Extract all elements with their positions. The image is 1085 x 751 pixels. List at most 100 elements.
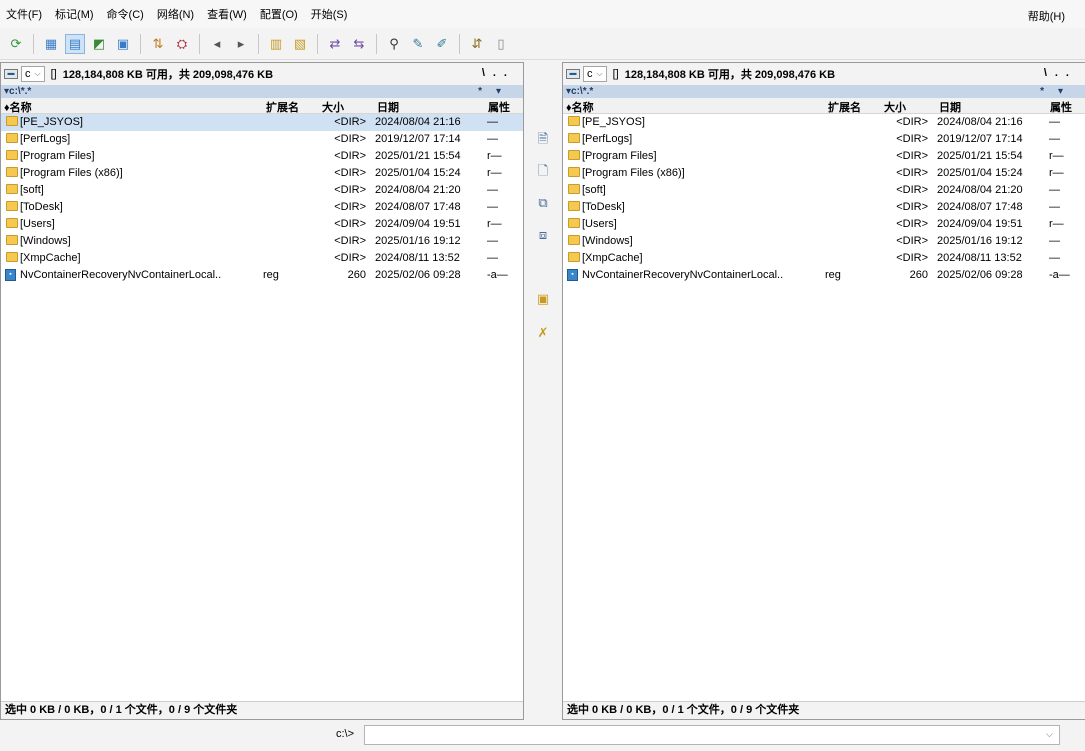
- root-button[interactable]: \: [1044, 67, 1055, 79]
- ftp-icon[interactable]: ⇵: [467, 34, 487, 54]
- right-file-list: [PE_JSYOS] <DIR> 2024/08/04 21:16— [PerfLog…: [563, 114, 1085, 284]
- root-button[interactable]: \: [482, 67, 493, 79]
- folder-icon: [568, 133, 580, 143]
- thumbnail-icon[interactable]: ▣: [113, 34, 133, 54]
- file-row[interactable]: [ToDesk] <DIR> 2024/08/07 17:48 —: [563, 199, 1085, 216]
- file-row[interactable]: [PE_JSYOS] <DIR> 2024/08/04 21:16 —: [563, 114, 1085, 131]
- folder-icon: [6, 167, 18, 177]
- file-row[interactable]: [Program Files (x86)] <DIR> 2025/01/04 15:…: [563, 165, 1085, 182]
- menu-item-2[interactable]: 命令(C): [107, 6, 144, 22]
- sort-icon[interactable]: ⇅: [148, 34, 168, 54]
- command-line-input[interactable]: [364, 725, 1060, 745]
- col-date[interactable]: 日期: [939, 99, 961, 115]
- file-row[interactable]: [Users] <DIR> 2024/09/04 19:51 r—: [563, 216, 1085, 233]
- notepad-icon[interactable]: ▯: [491, 34, 511, 54]
- move-icon[interactable]: ⧈: [534, 226, 552, 244]
- menu-item-1[interactable]: 标记(M): [55, 6, 94, 22]
- copy-icon[interactable]: ⧉: [534, 194, 552, 212]
- file-name: [Windows]: [20, 235, 71, 247]
- menu-item-0[interactable]: 文件(F): [6, 6, 42, 22]
- file-attr: —: [487, 184, 498, 196]
- col-size[interactable]: 大小: [322, 99, 344, 115]
- file-size: <DIR>: [896, 150, 928, 162]
- toolbar-separator: [33, 33, 34, 54]
- tree-icon[interactable]: ◩: [89, 34, 109, 54]
- file-date: 2019/12/07 17:14: [937, 133, 1023, 145]
- path-label: ▾c:\*.*: [566, 86, 594, 97]
- forward-icon[interactable]: ▸: [231, 34, 251, 54]
- file-name: NvContainerRecoveryNvContainerLocal..: [20, 269, 222, 281]
- path-dropdown-button[interactable]: ▾: [1058, 86, 1077, 97]
- filter-icon[interactable]: ⛭: [172, 34, 192, 54]
- right-drive-select[interactable]: c ⌵: [583, 66, 607, 82]
- file-size: <DIR>: [334, 133, 366, 145]
- menu-item-5[interactable]: 配置(O): [260, 6, 298, 22]
- pack-icon[interactable]: ▥: [266, 34, 286, 54]
- back-icon[interactable]: ◂: [207, 34, 227, 54]
- menu-item-4[interactable]: 查看(W): [207, 6, 247, 22]
- compare-icon[interactable]: ⇄: [325, 34, 345, 54]
- col-name[interactable]: ♦名称: [566, 99, 594, 115]
- menu-item-3[interactable]: 网络(N): [157, 6, 194, 22]
- file-attr: -a—: [1049, 269, 1070, 281]
- file-row[interactable]: [ToDesk] <DIR> 2024/08/07 17:48 —: [1, 199, 523, 216]
- file-row[interactable]: [Program Files] <DIR> 2025/01/21 15:54 r—: [563, 148, 1085, 165]
- up-button[interactable]: ..: [493, 67, 515, 79]
- folder-icon: [6, 150, 18, 160]
- file-row[interactable]: ▪ NvContainerRecoveryNvContainerLocal.. re…: [563, 267, 1085, 284]
- right-path-bar[interactable]: ▾c:\*.* *▾: [563, 85, 1085, 98]
- multi-rename-icon[interactable]: ✐: [432, 34, 452, 54]
- folder-icon: [568, 150, 580, 160]
- up-button[interactable]: ..: [1055, 67, 1077, 79]
- history-button[interactable]: *: [478, 86, 496, 97]
- menu-item-6[interactable]: 开始(S): [311, 6, 348, 22]
- file-row[interactable]: ▪ NvContainerRecoveryNvContainerLocal.. re…: [1, 267, 523, 284]
- new-folder-icon[interactable]: ▣: [534, 290, 552, 308]
- sync-icon[interactable]: ⇆: [349, 34, 369, 54]
- file-attr: —: [1049, 133, 1060, 145]
- reg-file-icon: ▪: [5, 269, 16, 281]
- file-row[interactable]: [soft] <DIR> 2024/08/04 21:20 —: [563, 182, 1085, 199]
- file-row[interactable]: [PerfLogs] <DIR> 2019/12/07 17:14 —: [1, 131, 523, 148]
- edit-file-icon[interactable]: 🗋: [534, 162, 552, 180]
- toolbar-separator: [140, 33, 141, 54]
- refresh-icon[interactable]: ⟳: [6, 34, 26, 54]
- col-name[interactable]: ♦名称: [4, 99, 32, 115]
- view-file-icon[interactable]: 🗎: [534, 130, 552, 148]
- left-status-bar: 选中 0 KB / 0 KB，0 / 1 个文件，0 / 9 个文件夹: [1, 701, 523, 719]
- left-drive-select[interactable]: c ⌵: [21, 66, 45, 82]
- file-attr: —: [1049, 116, 1060, 128]
- file-row[interactable]: [XmpCache] <DIR> 2024/08/11 13:52 —: [563, 250, 1085, 267]
- file-row[interactable]: [Users] <DIR> 2024/09/04 19:51 r—: [1, 216, 523, 233]
- drive-icon: ▬: [566, 69, 580, 79]
- chevron-down-icon[interactable]: ⌵: [1046, 729, 1053, 740]
- file-row[interactable]: [XmpCache] <DIR> 2024/08/11 13:52 —: [1, 250, 523, 267]
- col-ext[interactable]: 扩展名: [266, 99, 299, 115]
- path-dropdown-button[interactable]: ▾: [496, 86, 515, 97]
- history-button[interactable]: *: [1040, 86, 1058, 97]
- menu-help[interactable]: 帮助(H): [1028, 8, 1065, 24]
- col-attr[interactable]: 属性: [488, 99, 510, 115]
- file-name: [Program Files]: [582, 150, 657, 162]
- file-row[interactable]: [Program Files (x86)] <DIR> 2025/01/04 15:…: [1, 165, 523, 182]
- file-row[interactable]: [soft] <DIR> 2024/08/04 21:20 —: [1, 182, 523, 199]
- delete-icon[interactable]: ✗: [534, 324, 552, 342]
- toolbar-separator: [459, 33, 460, 54]
- file-row[interactable]: [PerfLogs] <DIR> 2019/12/07 17:14 —: [563, 131, 1085, 148]
- col-date[interactable]: 日期: [377, 99, 399, 115]
- file-row[interactable]: [PE_JSYOS] <DIR> 2024/08/04 21:16 —: [1, 114, 523, 131]
- search-icon[interactable]: ⚲: [384, 34, 404, 54]
- col-size[interactable]: 大小: [884, 99, 906, 115]
- file-row[interactable]: [Program Files] <DIR> 2025/01/21 15:54 r—: [1, 148, 523, 165]
- file-name: [Windows]: [582, 235, 633, 247]
- col-ext[interactable]: 扩展名: [828, 99, 861, 115]
- unpack-icon[interactable]: ▧: [290, 34, 310, 54]
- brief-view-icon[interactable]: ▦: [41, 34, 61, 54]
- col-attr[interactable]: 属性: [1050, 99, 1072, 115]
- full-view-icon[interactable]: ▤: [65, 33, 85, 54]
- rename-icon[interactable]: ✎: [408, 34, 428, 54]
- file-row[interactable]: [Windows] <DIR> 2025/01/16 19:12 —: [1, 233, 523, 250]
- left-path-bar[interactable]: ▾c:\*.* *▾: [1, 85, 523, 98]
- file-attr: —: [1049, 252, 1060, 264]
- file-row[interactable]: [Windows] <DIR> 2025/01/16 19:12 —: [563, 233, 1085, 250]
